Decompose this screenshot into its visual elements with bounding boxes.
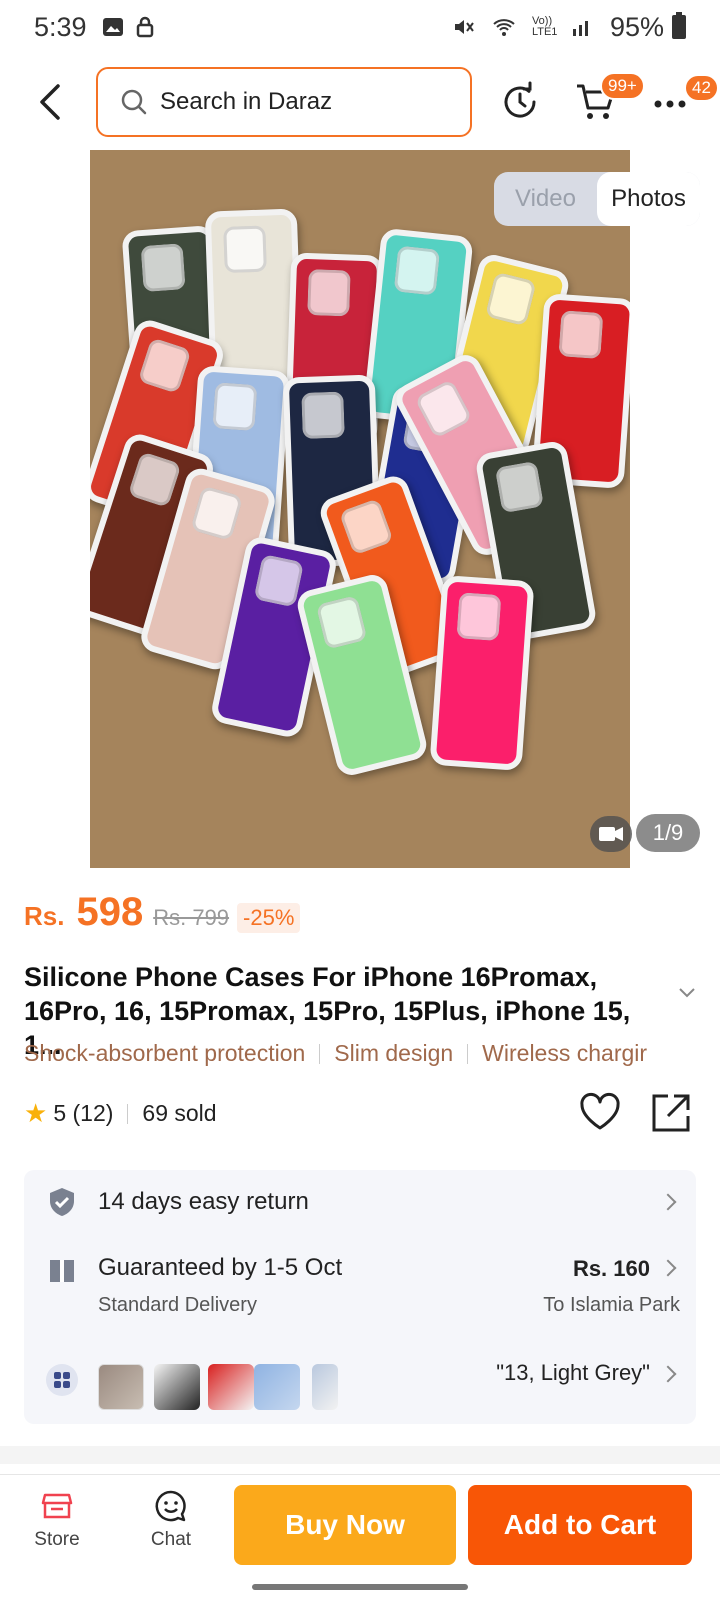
shield-check-icon <box>50 1188 74 1216</box>
variant-thumbnail[interactable] <box>254 1364 300 1410</box>
chevron-down-icon[interactable] <box>678 983 696 1001</box>
variant-thumbnail[interactable] <box>208 1364 254 1410</box>
chevron-right-icon <box>659 1365 677 1383</box>
feature-item: Slim design <box>334 1040 454 1066</box>
heart-icon[interactable] <box>578 1092 622 1132</box>
cart-badge: 99+ <box>600 72 645 100</box>
share-icon[interactable] <box>650 1092 692 1134</box>
more-badge: 42 <box>684 74 719 102</box>
wifi-icon <box>493 19 515 36</box>
store-label: Store <box>34 1529 80 1550</box>
mute-icon <box>454 20 474 34</box>
price-row: Rs. 598 Rs. 799 -25% <box>24 890 301 940</box>
store-button[interactable]: Store <box>12 1475 102 1551</box>
top-bar: Search in Daraz 99+ 42 <box>0 62 720 142</box>
discount-badge: -25% <box>237 903 301 933</box>
signal-icon <box>572 21 588 36</box>
store-icon <box>41 1493 73 1519</box>
tab-video[interactable]: Video <box>494 172 597 226</box>
history-icon[interactable] <box>498 80 542 124</box>
rating-row[interactable]: ★ 5 (12) 69 sold <box>24 1098 217 1129</box>
video-icon[interactable] <box>590 816 632 852</box>
delivery-type: Standard Delivery <box>98 1294 257 1316</box>
product-image[interactable] <box>90 150 630 868</box>
delivery-row[interactable]: Guaranteed by 1-5 Oct Standard Delivery … <box>24 1234 696 1330</box>
chat-button[interactable]: Chat <box>126 1475 216 1551</box>
lock-icon <box>136 16 153 38</box>
bottom-action-bar: Store Chat Buy Now Add to Cart <box>0 1474 720 1574</box>
grid-icon <box>46 1364 78 1396</box>
chevron-right-icon <box>659 1193 677 1211</box>
rating-value: 5 <box>53 1100 67 1126</box>
section-divider <box>0 1446 720 1464</box>
divider <box>319 1043 321 1064</box>
tab-photos[interactable]: Photos <box>597 172 700 226</box>
search-icon <box>121 89 147 115</box>
phone-case-image <box>429 575 535 771</box>
feature-item: Wireless chargir <box>482 1040 648 1066</box>
media-toggle: Video Photos <box>494 172 700 226</box>
feature-list: Shock-absorbent protection Slim design W… <box>24 1040 704 1067</box>
return-policy-row[interactable]: 14 days easy return <box>24 1170 696 1234</box>
buy-now-button[interactable]: Buy Now <box>234 1485 456 1565</box>
chevron-right-icon <box>659 1259 677 1277</box>
variant-thumbnail[interactable] <box>98 1364 144 1410</box>
divider <box>467 1043 469 1064</box>
search-input[interactable]: Search in Daraz <box>96 67 472 137</box>
status-time: 5:39 <box>34 11 87 42</box>
package-icon <box>50 1260 74 1282</box>
image-counter: 1/9 <box>636 814 700 852</box>
battery-percent: 95% <box>609 11 664 42</box>
chat-label: Chat <box>150 1529 192 1550</box>
review-count: (12) <box>72 1100 114 1126</box>
back-arrow-icon[interactable] <box>36 82 64 122</box>
variant-thumbnail[interactable] <box>312 1364 338 1410</box>
battery-icon <box>672 12 686 39</box>
divider <box>127 1103 129 1124</box>
sold-count: 69 sold <box>142 1100 217 1126</box>
chat-icon <box>155 1490 186 1522</box>
network-label: Vo)) LTE1 <box>531 15 558 38</box>
variant-thumbnail[interactable] <box>154 1364 200 1410</box>
status-bar: 5:39 Vo)) LTE1 95% <box>0 0 720 54</box>
feature-item: Shock-absorbent protection <box>24 1040 306 1066</box>
return-label: 14 days easy return <box>98 1188 309 1215</box>
currency: Rs. <box>24 901 65 931</box>
delivery-label: Guaranteed by 1-5 Oct <box>98 1254 343 1281</box>
delivery-price: Rs. 160 <box>572 1256 650 1281</box>
star-icon: ★ <box>24 1098 48 1128</box>
delivery-destination: To Islamia Park <box>543 1294 680 1316</box>
search-placeholder: Search in Daraz <box>160 88 333 115</box>
gallery-icon <box>102 18 123 36</box>
variant-selected: "13, Light Grey" <box>496 1360 650 1385</box>
home-indicator[interactable] <box>252 1584 468 1590</box>
price: 598 <box>76 890 144 934</box>
add-to-cart-button[interactable]: Add to Cart <box>468 1485 692 1565</box>
original-price: Rs. 799 <box>153 905 230 930</box>
